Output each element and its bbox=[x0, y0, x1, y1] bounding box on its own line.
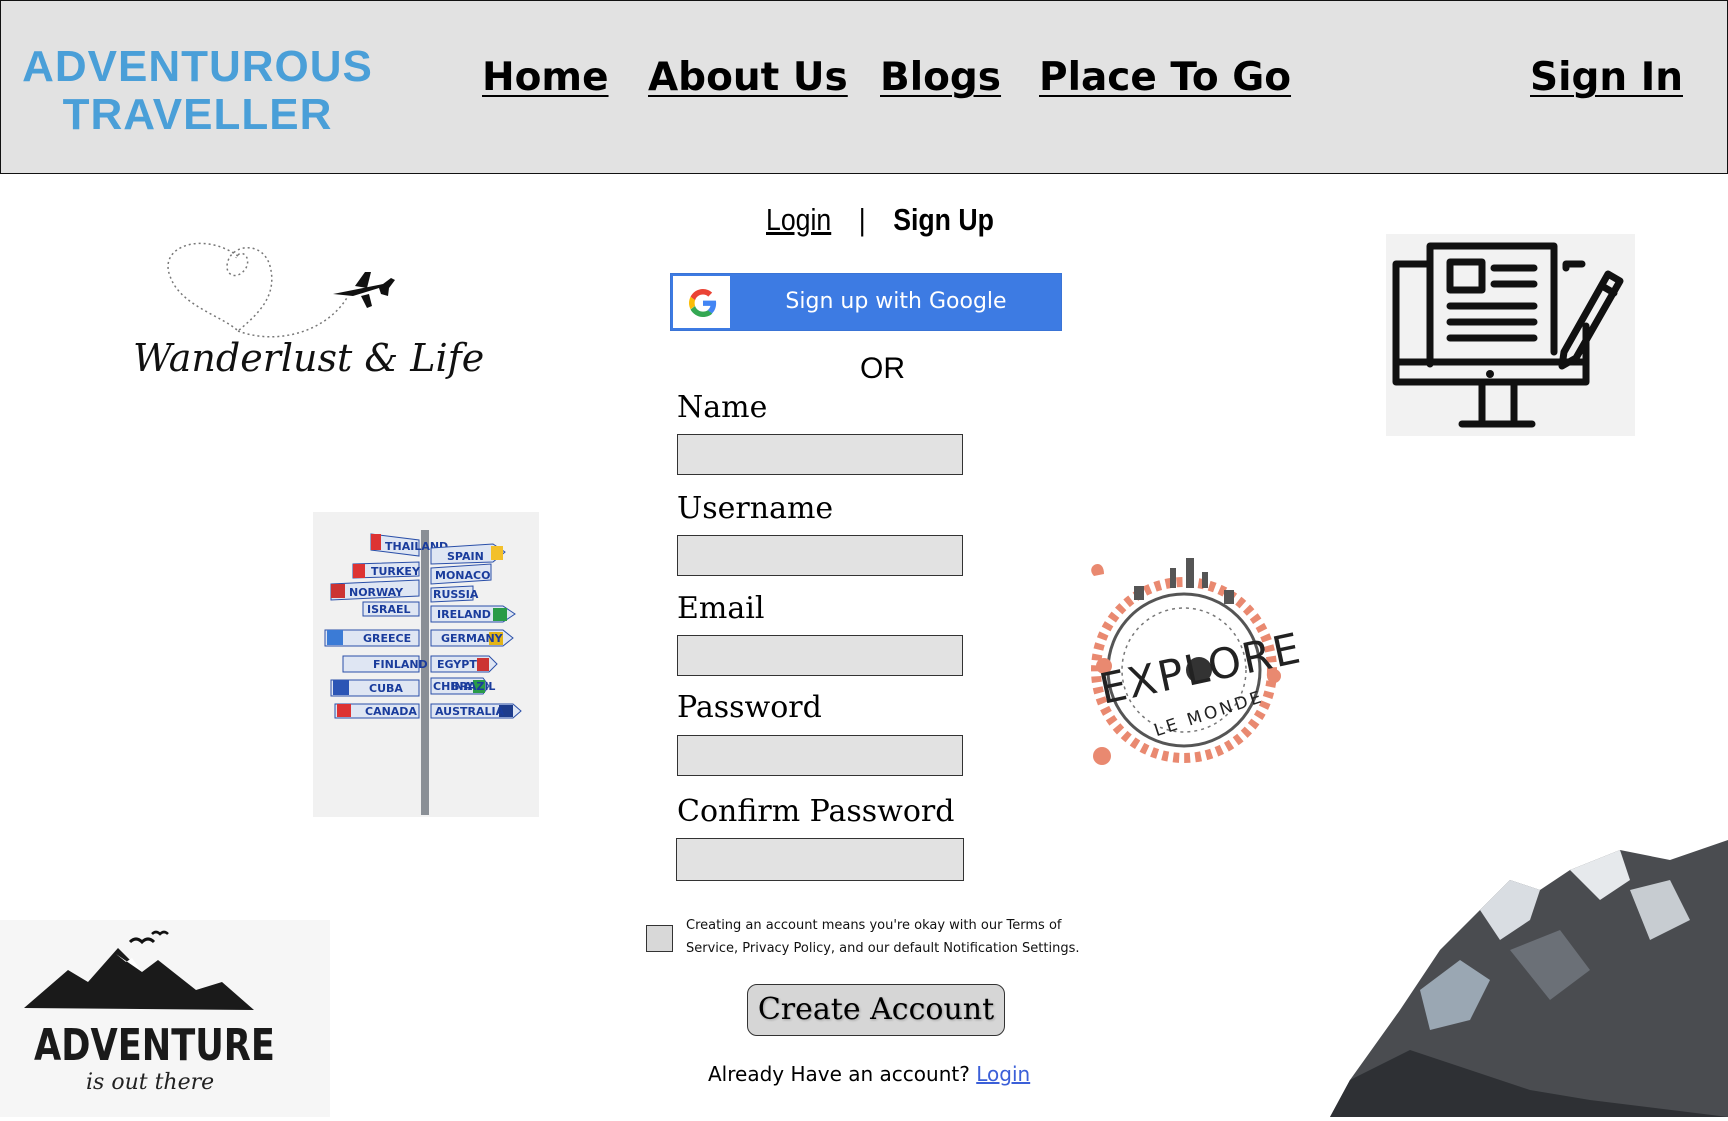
airplane-icon bbox=[333, 272, 395, 308]
sign-label: NORWAY bbox=[349, 586, 404, 599]
username-input[interactable] bbox=[677, 535, 963, 576]
google-icon bbox=[689, 289, 717, 317]
mountains-icon bbox=[24, 930, 254, 1010]
sign-label: FINLAND bbox=[373, 658, 428, 671]
mountain-icon bbox=[1330, 840, 1728, 1117]
username-label: Username bbox=[677, 491, 834, 526]
already-prompt: Already Have an account? bbox=[708, 1062, 970, 1086]
sign-label: IRELAND bbox=[437, 608, 491, 621]
already-have-account: Already Have an account? Login bbox=[708, 1062, 1030, 1086]
google-button-label: Sign up with Google bbox=[785, 289, 1007, 314]
password-label: Password bbox=[677, 690, 822, 725]
brand-line-1: ADVENTUROUS bbox=[22, 42, 373, 91]
footer-login-link[interactable]: Login bbox=[976, 1062, 1030, 1086]
password-input[interactable] bbox=[677, 735, 963, 776]
nav-about-link[interactable]: About Us bbox=[648, 55, 848, 100]
or-divider: OR bbox=[860, 352, 905, 385]
sign-label: EGYPT bbox=[437, 658, 477, 671]
sign-label: CANADA bbox=[365, 705, 417, 718]
adventure-text: ADVENTURE bbox=[34, 1020, 275, 1071]
auth-tabs: Login | Sign Up bbox=[766, 202, 994, 238]
sign-label: TURKEY bbox=[371, 565, 421, 578]
adventure-logo-image: ADVENTURE is out there bbox=[0, 920, 330, 1117]
explore-stamp-image: EXPLORE LE MONDE bbox=[1074, 546, 1306, 792]
sign-label: CUBA bbox=[369, 682, 403, 695]
computer-blog-image bbox=[1386, 234, 1635, 436]
confirm-password-input[interactable] bbox=[676, 838, 964, 881]
wanderlust-text: Wanderlust & Life bbox=[133, 336, 485, 380]
signpost-image: THAILAND SPAIN TURKEY MONACO NORWAY RUSS… bbox=[313, 512, 539, 817]
brand-logo[interactable]: ADVENTUROUS TRAVELLER bbox=[1, 43, 394, 139]
google-signup-button[interactable]: Sign up with Google bbox=[670, 273, 1062, 331]
name-input[interactable] bbox=[677, 434, 963, 475]
login-tab[interactable]: Login bbox=[766, 202, 831, 237]
email-label: Email bbox=[677, 591, 765, 626]
terms-checkbox[interactable] bbox=[646, 925, 673, 952]
signup-tab[interactable]: Sign Up bbox=[893, 202, 994, 237]
nav-blogs-link[interactable]: Blogs bbox=[880, 55, 1001, 100]
tab-separator: | bbox=[858, 202, 866, 237]
confirm-password-label: Confirm Password bbox=[677, 794, 955, 829]
email-input[interactable] bbox=[677, 635, 963, 676]
sign-label: MONACO bbox=[435, 569, 490, 582]
nav-home-link[interactable]: Home bbox=[482, 55, 609, 100]
sign-label: AUSTRALIA bbox=[435, 705, 505, 718]
sign-label: GERMANY bbox=[441, 632, 504, 645]
wanderlust-logo-image: Wanderlust & Life bbox=[128, 236, 484, 396]
signpost-icon: THAILAND SPAIN TURKEY MONACO NORWAY RUSS… bbox=[324, 530, 522, 815]
mountain-image bbox=[1330, 830, 1728, 1117]
nav-sign-in-link[interactable]: Sign In bbox=[1530, 55, 1683, 100]
brand-line-2: TRAVELLER bbox=[62, 90, 333, 139]
computer-edit-icon bbox=[1392, 242, 1624, 428]
sign-label: SPAIN bbox=[447, 550, 484, 563]
sign-label: GREECE bbox=[363, 632, 411, 645]
site-header: ADVENTUROUS TRAVELLER Home About Us Blog… bbox=[0, 0, 1728, 174]
sign-label: RUSSIA bbox=[433, 588, 479, 601]
terms-text: Creating an account means you're okay wi… bbox=[686, 918, 1080, 956]
create-account-button[interactable]: Create Account bbox=[747, 984, 1005, 1036]
nav-places-link[interactable]: Place To Go bbox=[1039, 55, 1291, 100]
sign-label: BRAZIL bbox=[451, 680, 495, 693]
sign-label: ISRAEL bbox=[367, 603, 411, 616]
google-icon-box bbox=[673, 276, 730, 328]
name-label: Name bbox=[677, 390, 768, 425]
adventure-sub-text: is out there bbox=[86, 1070, 215, 1095]
